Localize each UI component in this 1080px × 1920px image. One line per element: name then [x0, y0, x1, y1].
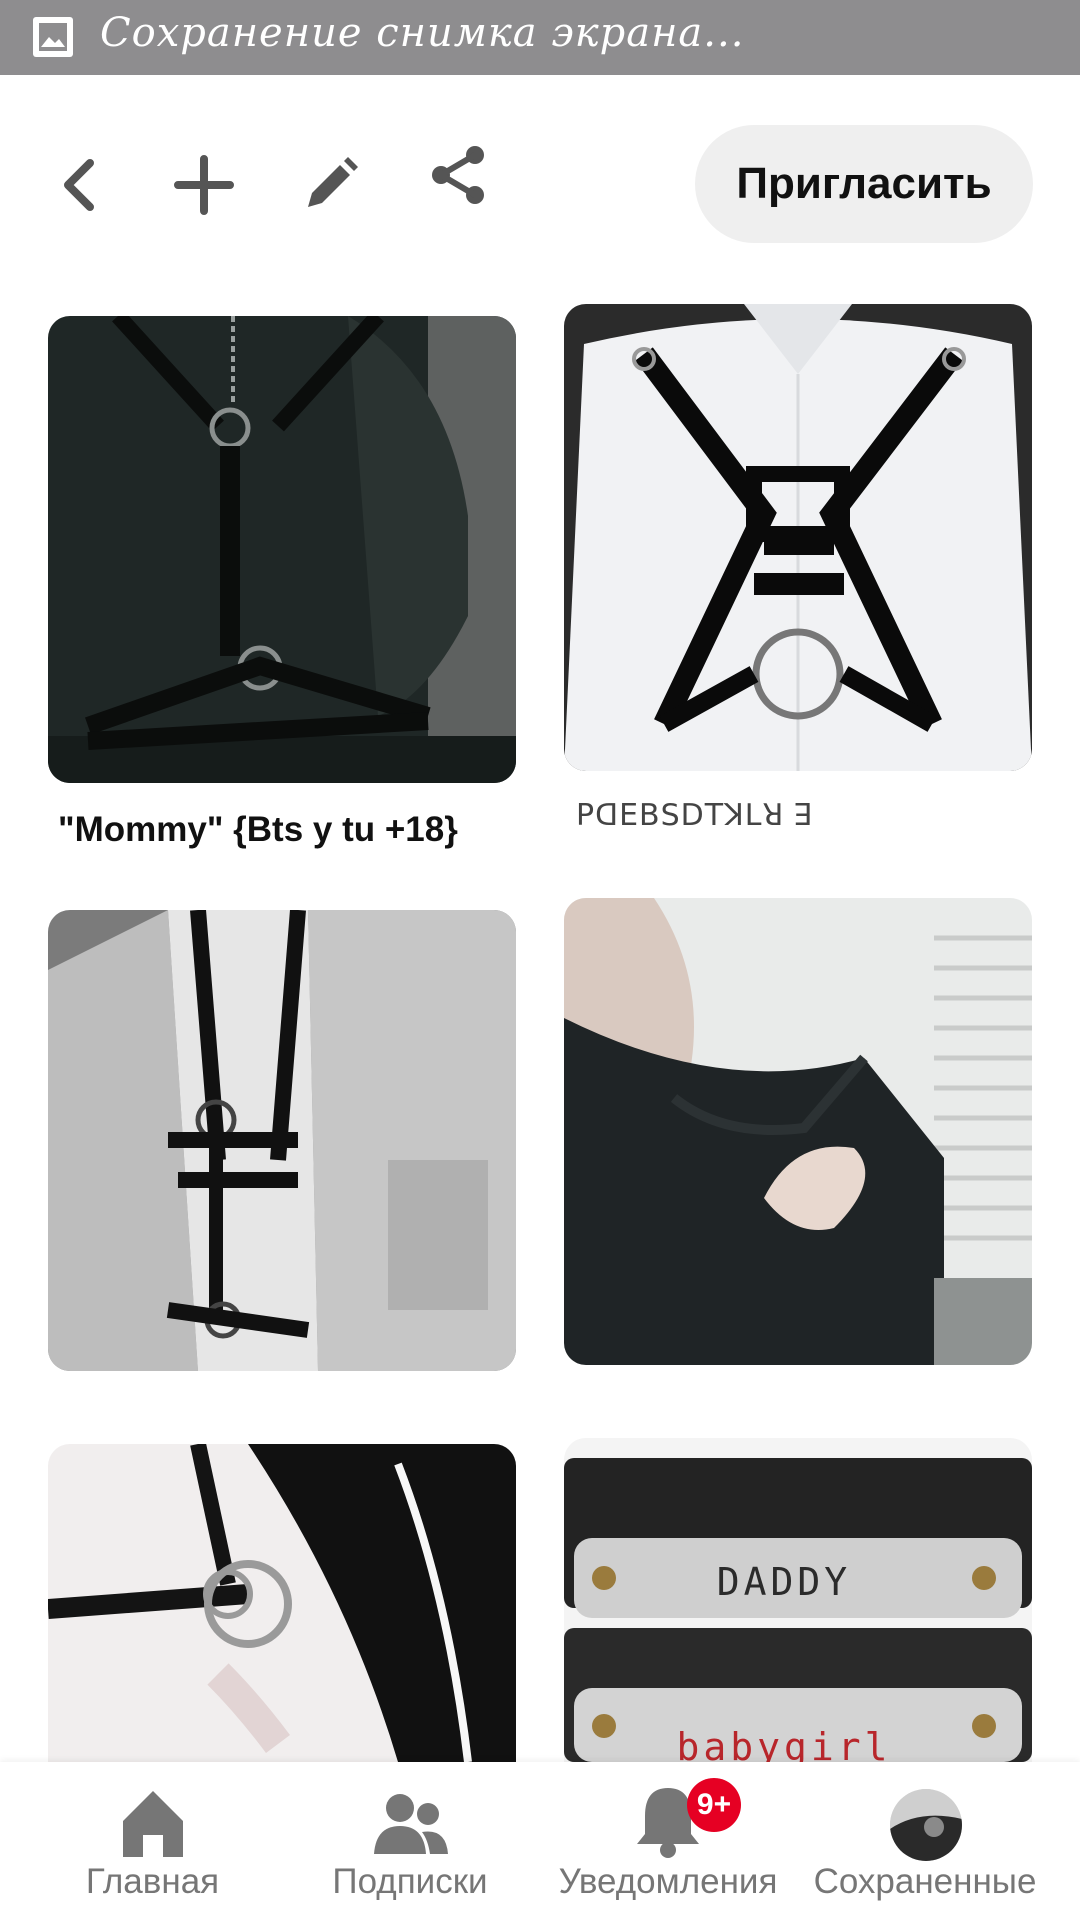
- harness-photo: [564, 304, 1032, 771]
- share-icon: [432, 146, 484, 204]
- pin-image[interactable]: [48, 316, 516, 783]
- notification-bar: Сохранение снимка экрана...: [0, 0, 1080, 75]
- pin-image[interactable]: [564, 304, 1032, 771]
- bracelet-photo: DADDY babygirl: [564, 1438, 1032, 1762]
- back-button[interactable]: [35, 140, 125, 230]
- pencil-icon: [308, 157, 358, 207]
- invite-button[interactable]: Пригласить: [695, 125, 1033, 243]
- add-button[interactable]: [159, 140, 249, 230]
- nav-following-label: Подписки: [332, 1862, 488, 1901]
- avatar[interactable]: [890, 1789, 962, 1861]
- bracelet-top-text: DADDY: [717, 1560, 851, 1604]
- avatar-photo: [890, 1789, 962, 1861]
- pin-caption[interactable]: ꓑꓷꓰꓐꓢꓓꓔꓘꓡꓤ ꓱ: [576, 798, 814, 833]
- nav-following[interactable]: Подписки: [320, 1762, 500, 1920]
- share-button[interactable]: [414, 130, 504, 220]
- pin-caption[interactable]: "Mommy" {Bts y tu +18}: [58, 810, 458, 850]
- people-icon: [374, 1794, 448, 1854]
- board-toolbar: Пригласить: [0, 75, 1080, 290]
- choker-photo: [48, 1444, 516, 1762]
- harness-photo: [48, 316, 516, 783]
- nav-notifications[interactable]: Уведомления: [548, 1762, 788, 1920]
- nav-notifications-label: Уведомления: [558, 1862, 778, 1901]
- hand-photo: [564, 898, 1032, 1365]
- image-icon: [33, 17, 73, 57]
- nav-home[interactable]: Главная: [70, 1762, 235, 1920]
- home-icon: [123, 1791, 183, 1857]
- pin-image[interactable]: [48, 910, 516, 1371]
- edit-button[interactable]: [285, 140, 375, 230]
- pin-image[interactable]: [48, 1444, 516, 1762]
- pin-image[interactable]: DADDY babygirl: [564, 1438, 1032, 1762]
- pin-image[interactable]: [564, 898, 1032, 1365]
- nav-saved-label: Сохраненные: [813, 1862, 1037, 1901]
- chevron-left-icon: [64, 159, 94, 211]
- notification-badge: 9+: [687, 1778, 741, 1832]
- screenshot-saving-text: Сохранение снимка экрана...: [100, 10, 745, 56]
- bracelet-bottom-text: babygirl: [676, 1725, 891, 1762]
- nav-home-label: Главная: [85, 1862, 220, 1901]
- harness-photo: [48, 910, 516, 1371]
- plus-icon: [174, 155, 234, 215]
